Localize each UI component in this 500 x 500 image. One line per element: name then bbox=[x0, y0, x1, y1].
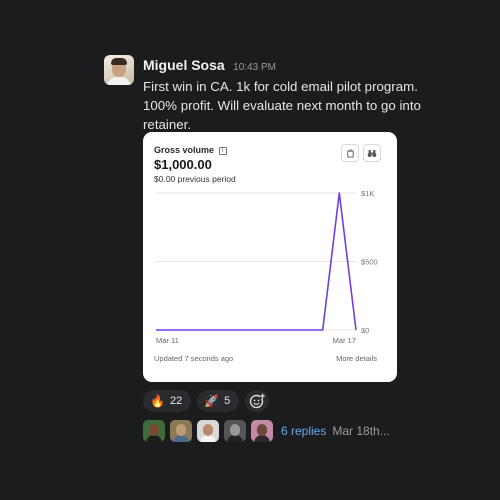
avatar[interactable] bbox=[251, 420, 273, 442]
thread-replies[interactable]: 6 replies Mar 18th... bbox=[143, 420, 390, 442]
message-time[interactable]: 10:43 PM bbox=[233, 62, 276, 73]
avatar[interactable] bbox=[170, 420, 192, 442]
y-tick-label: $500 bbox=[361, 258, 378, 267]
author-name[interactable]: Miguel Sosa bbox=[143, 57, 225, 73]
gross-volume-card: Gross volume i $1,000.00 $0.00 previous … bbox=[143, 132, 397, 382]
gross-volume-chart: $1K $500 $0 Mar 11 Mar 17 bbox=[156, 189, 378, 345]
reaction-fire[interactable]: 🔥 22 bbox=[143, 390, 192, 412]
x-tick-label: Mar 11 bbox=[156, 336, 179, 345]
message-text: First win in CA. 1k for cold email pilot… bbox=[143, 79, 421, 132]
reactions-bar: 🔥 22 🚀 5 bbox=[143, 390, 270, 412]
reaction-count: 5 bbox=[224, 395, 231, 407]
add-reaction-button[interactable] bbox=[245, 390, 270, 412]
x-tick-label: Mar 17 bbox=[333, 336, 356, 345]
y-tick-label: $0 bbox=[361, 326, 369, 335]
avatar[interactable] bbox=[224, 420, 246, 442]
updated-text: Updated 7 seconds ago bbox=[154, 354, 234, 363]
rocket-icon: 🚀 bbox=[204, 394, 220, 408]
reaction-count: 22 bbox=[169, 395, 183, 407]
reaction-rocket[interactable]: 🚀 5 bbox=[197, 390, 240, 412]
last-reply-date: Mar 18th... bbox=[332, 424, 390, 438]
more-details-link[interactable]: More details bbox=[336, 354, 377, 363]
avatar[interactable] bbox=[104, 55, 134, 85]
add-emoji-icon bbox=[250, 393, 266, 409]
message-header: Miguel Sosa 10:43 PM bbox=[143, 57, 276, 75]
replies-link[interactable]: 6 replies bbox=[281, 424, 326, 438]
y-tick-label: $1K bbox=[361, 189, 374, 198]
fire-icon: 🔥 bbox=[150, 394, 165, 408]
avatar[interactable] bbox=[197, 420, 219, 442]
avatar[interactable] bbox=[143, 420, 165, 442]
